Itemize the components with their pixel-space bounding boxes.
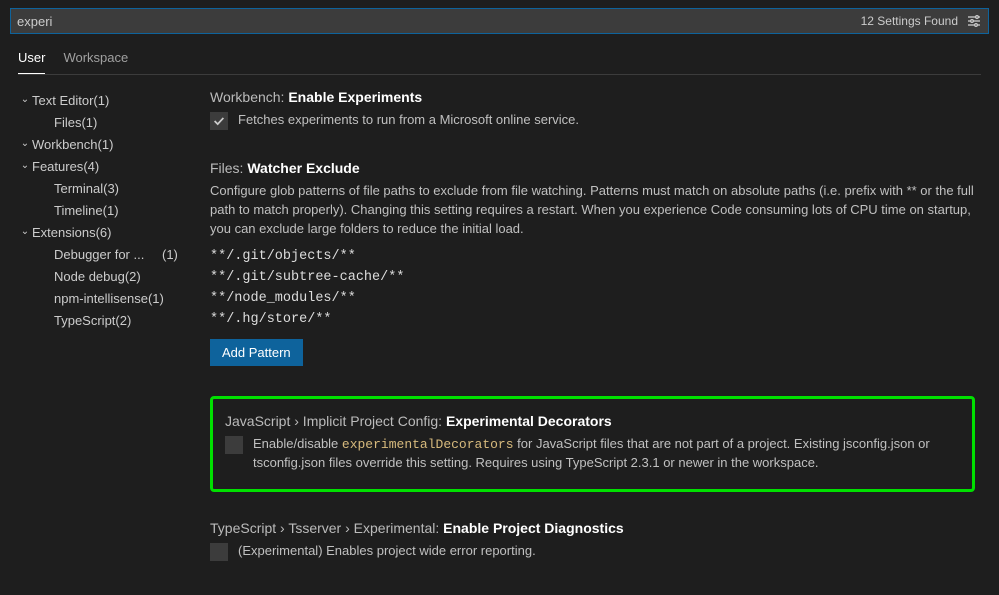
chevron-down-icon: ⌄ (18, 221, 32, 243)
setting-scope: Workbench: (210, 89, 284, 105)
checkbox[interactable] (225, 436, 243, 454)
tree-item-count: (1) (81, 115, 97, 130)
setting-name: Watcher Exclude (247, 160, 359, 176)
tree-section[interactable]: ⌄Workbench (1) (18, 133, 190, 155)
chevron-down-icon: ⌄ (18, 133, 32, 155)
tree-item-count: (2) (115, 313, 131, 328)
tree-item[interactable]: Terminal (3) (18, 177, 190, 199)
chevron-down-icon: ⌄ (18, 155, 32, 177)
tree-item[interactable]: TypeScript (2) (18, 309, 190, 331)
tree-item-label: TypeScript (54, 313, 115, 328)
tree-section[interactable]: ⌄Text Editor (1) (18, 89, 190, 111)
setting-project-diagnostics: TypeScript › Tsserver › Experimental: En… (210, 520, 975, 561)
tree-item-label: Timeline (54, 203, 103, 218)
exclude-pattern[interactable]: **/.git/subtree-cache/** (210, 270, 975, 285)
tree-item[interactable]: Timeline (1) (18, 199, 190, 221)
settings-tree: ⌄Text Editor (1) Files (1)⌄Workbench (1)… (18, 89, 190, 591)
settings-found-label: 12 Settings Found (861, 14, 958, 28)
tree-section-count: (1) (98, 137, 114, 152)
filter-icon[interactable] (966, 13, 982, 29)
tree-item-count: (1) (148, 291, 164, 306)
setting-enable-experiments: Workbench: Enable Experiments Fetches ex… (210, 89, 975, 130)
tree-item-count: (2) (125, 269, 141, 284)
tree-section-label: Workbench (32, 137, 98, 152)
exclude-patterns-list: **/.git/objects/** **/.git/subtree-cache/… (210, 249, 975, 327)
tree-item-label: Terminal (54, 181, 103, 196)
tree-item-count: (1) (162, 247, 178, 262)
setting-description: Enable/disable experimentalDecorators fo… (253, 435, 960, 474)
checkbox[interactable] (210, 543, 228, 561)
tree-section-count: (4) (83, 159, 99, 174)
search-input[interactable] (17, 14, 861, 29)
settings-list: Workbench: Enable Experiments Fetches ex… (210, 89, 981, 591)
tree-section-label: Extensions (32, 225, 96, 240)
tree-item-count: (3) (103, 181, 119, 196)
tree-item-label: Files (54, 115, 81, 130)
tree-item-label: Debugger for ... (54, 247, 162, 262)
exclude-pattern[interactable]: **/.hg/store/** (210, 312, 975, 327)
setting-scope: TypeScript › Tsserver › Experimental: (210, 520, 439, 536)
code-literal: experimentalDecorators (342, 437, 514, 452)
tree-section-label: Features (32, 159, 83, 174)
tree-item-count: (1) (103, 203, 119, 218)
settings-search-bar[interactable]: 12 Settings Found (10, 8, 989, 34)
setting-description: Fetches experiments to run from a Micros… (238, 111, 579, 130)
tree-section-label: Text Editor (32, 93, 93, 108)
tree-section-count: (1) (93, 93, 109, 108)
checkbox[interactable] (210, 112, 228, 130)
setting-description: Configure glob patterns of file paths to… (210, 182, 975, 239)
tree-section-count: (6) (96, 225, 112, 240)
tree-item[interactable]: Node debug (2) (18, 265, 190, 287)
tree-item-label: npm-intellisense (54, 291, 148, 306)
chevron-down-icon: ⌄ (18, 89, 32, 111)
tree-section[interactable]: ⌄Features (4) (18, 155, 190, 177)
setting-name: Enable Experiments (288, 89, 422, 105)
setting-scope: JavaScript › Implicit Project Config: (225, 413, 442, 429)
tab-workspace[interactable]: Workspace (63, 50, 128, 74)
tree-item[interactable]: Files (1) (18, 111, 190, 133)
setting-experimental-decorators: JavaScript › Implicit Project Config: Ex… (225, 413, 960, 474)
tree-item[interactable]: Debugger for ... (1) (18, 243, 190, 265)
tree-item-label: Node debug (54, 269, 125, 284)
setting-description: (Experimental) Enables project wide erro… (238, 542, 536, 561)
tab-user[interactable]: User (18, 50, 45, 74)
setting-name: Enable Project Diagnostics (443, 520, 624, 536)
tree-section[interactable]: ⌄Extensions (6) (18, 221, 190, 243)
exclude-pattern[interactable]: **/.git/objects/** (210, 249, 975, 264)
highlighted-setting: JavaScript › Implicit Project Config: Ex… (210, 396, 975, 493)
add-pattern-button[interactable]: Add Pattern (210, 339, 303, 366)
exclude-pattern[interactable]: **/node_modules/** (210, 291, 975, 306)
setting-watcher-exclude: Files: Watcher Exclude Configure glob pa… (210, 160, 975, 366)
settings-tabs: User Workspace (0, 34, 999, 75)
setting-name: Experimental Decorators (446, 413, 612, 429)
tree-item[interactable]: npm-intellisense (1) (18, 287, 190, 309)
setting-scope: Files: (210, 160, 243, 176)
